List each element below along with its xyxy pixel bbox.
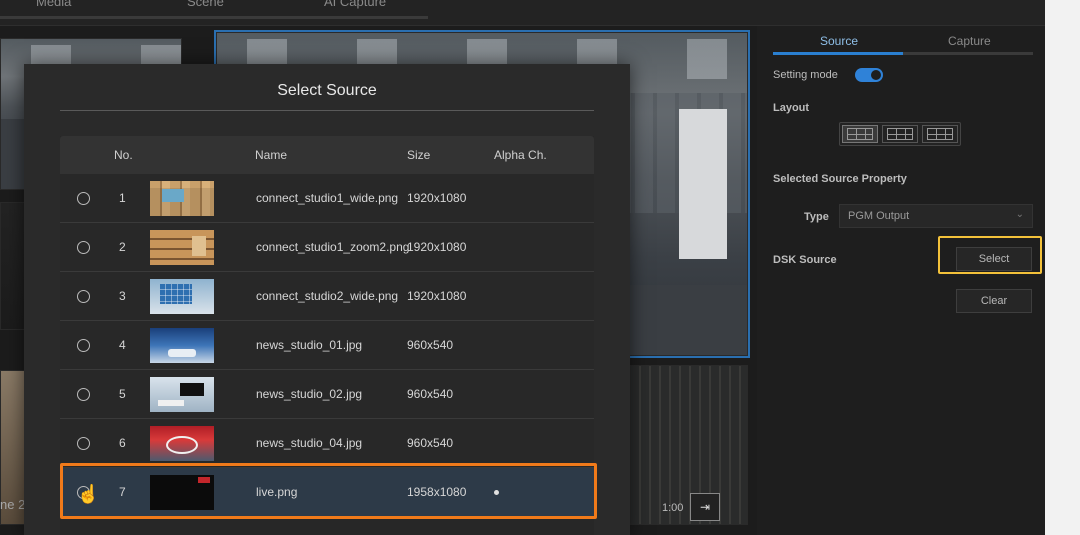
dsk-source-label: DSK Source <box>773 254 837 266</box>
top-tab-bar: Media Scene AI Capture <box>0 0 1045 26</box>
row-no: 5 <box>119 387 126 401</box>
row-thumbnail <box>150 328 214 363</box>
tab-capture[interactable]: Capture <box>948 34 991 48</box>
column-alpha: Alpha Ch. <box>494 148 547 162</box>
row-radio[interactable] <box>77 192 90 205</box>
layout-label: Layout <box>773 102 810 114</box>
table-header: No. Name Size Alpha Ch. <box>60 136 594 174</box>
row-thumbnail <box>150 181 214 216</box>
tab-underline <box>0 16 428 19</box>
column-name: Name <box>255 148 288 162</box>
row-thumbnail <box>150 377 214 412</box>
setting-mode-label: Setting mode <box>773 69 838 81</box>
scene-label: ne 2 <box>0 497 26 512</box>
dialog-title: Select Source <box>277 82 377 99</box>
row-thumbnail <box>150 279 214 314</box>
window-edge <box>1045 0 1080 535</box>
row-size: 960x540 <box>407 387 454 401</box>
row-no: 2 <box>119 240 126 254</box>
tab-scene[interactable]: Scene <box>187 0 224 9</box>
row-name: connect_studio2_wide.png <box>256 289 399 303</box>
row-thumbnail <box>150 426 214 461</box>
row-name: news_studio_02.jpg <box>256 387 363 401</box>
row-name: connect_studio1_zoom2.png <box>256 240 410 254</box>
dialog-divider <box>60 110 594 111</box>
row-no: 6 <box>119 436 126 450</box>
tab-media[interactable]: Media <box>36 0 71 9</box>
row-radio[interactable] <box>77 388 90 401</box>
row-name: news_studio_01.jpg <box>256 338 363 352</box>
hand-cursor-icon: ☝ <box>77 484 100 504</box>
type-select-value: PGM Output <box>848 210 910 222</box>
column-size: Size <box>407 148 431 162</box>
tab-source[interactable]: Source <box>820 34 858 48</box>
clear-button[interactable]: Clear <box>956 289 1032 313</box>
type-select[interactable]: PGM Output ⌄ <box>839 204 1033 228</box>
setting-mode-toggle[interactable] <box>855 68 883 82</box>
row-size: 1920x1080 <box>407 240 467 254</box>
table-row[interactable]: 6 news_studio_04.jpg 960x540 <box>60 419 594 468</box>
column-no: No. <box>114 148 133 162</box>
row-radio[interactable] <box>77 339 90 352</box>
row-size: 1920x1080 <box>407 289 467 303</box>
row-radio[interactable] <box>77 437 90 450</box>
row-no: 4 <box>119 338 126 352</box>
selected-source-property-label: Selected Source Property <box>773 173 907 185</box>
table-row[interactable]: 3 connect_studio2_wide.png 1920x1080 <box>60 272 594 321</box>
grid-2x2-icon[interactable] <box>922 125 958 143</box>
exit-icon[interactable]: ⇥ <box>690 493 720 521</box>
type-label: Type <box>804 211 829 223</box>
selected-row-highlight <box>60 463 597 519</box>
row-name: news_studio_04.jpg <box>256 436 363 450</box>
property-panel: Source Capture Setting mode Layout Selec… <box>757 26 1045 535</box>
table-row[interactable]: 5 news_studio_02.jpg 960x540 <box>60 370 594 419</box>
row-no: 3 <box>119 289 126 303</box>
row-size: 960x540 <box>407 338 454 352</box>
table-row[interactable]: 1 connect_studio1_wide.png 1920x1080 <box>60 174 594 223</box>
grid-3x3-icon[interactable] <box>842 125 878 143</box>
table-row[interactable]: 2 connect_studio1_zoom2.png 1920x1080 <box>60 223 594 272</box>
panel-tab-active-indicator <box>773 52 903 55</box>
table-row[interactable]: 4 news_studio_01.jpg 960x540 <box>60 321 594 370</box>
row-size: 960x540 <box>407 436 454 450</box>
grid-2x3-icon[interactable] <box>882 125 918 143</box>
duration-label: 1:00 <box>662 502 684 514</box>
app-window: Media Scene AI Capture ne 2 1:00 ⇥ Sourc… <box>0 0 1080 535</box>
preview-tile-6[interactable] <box>630 365 748 525</box>
row-name: connect_studio1_wide.png <box>256 191 399 205</box>
row-radio[interactable] <box>77 290 90 303</box>
select-button[interactable]: Select <box>956 247 1032 271</box>
layout-selector <box>839 122 961 146</box>
row-thumbnail <box>150 230 214 265</box>
row-radio[interactable] <box>77 241 90 254</box>
row-no: 1 <box>119 191 126 205</box>
row-size: 1920x1080 <box>407 191 467 205</box>
chevron-down-icon: ⌄ <box>1015 209 1024 220</box>
tab-ai-capture[interactable]: AI Capture <box>324 0 386 9</box>
